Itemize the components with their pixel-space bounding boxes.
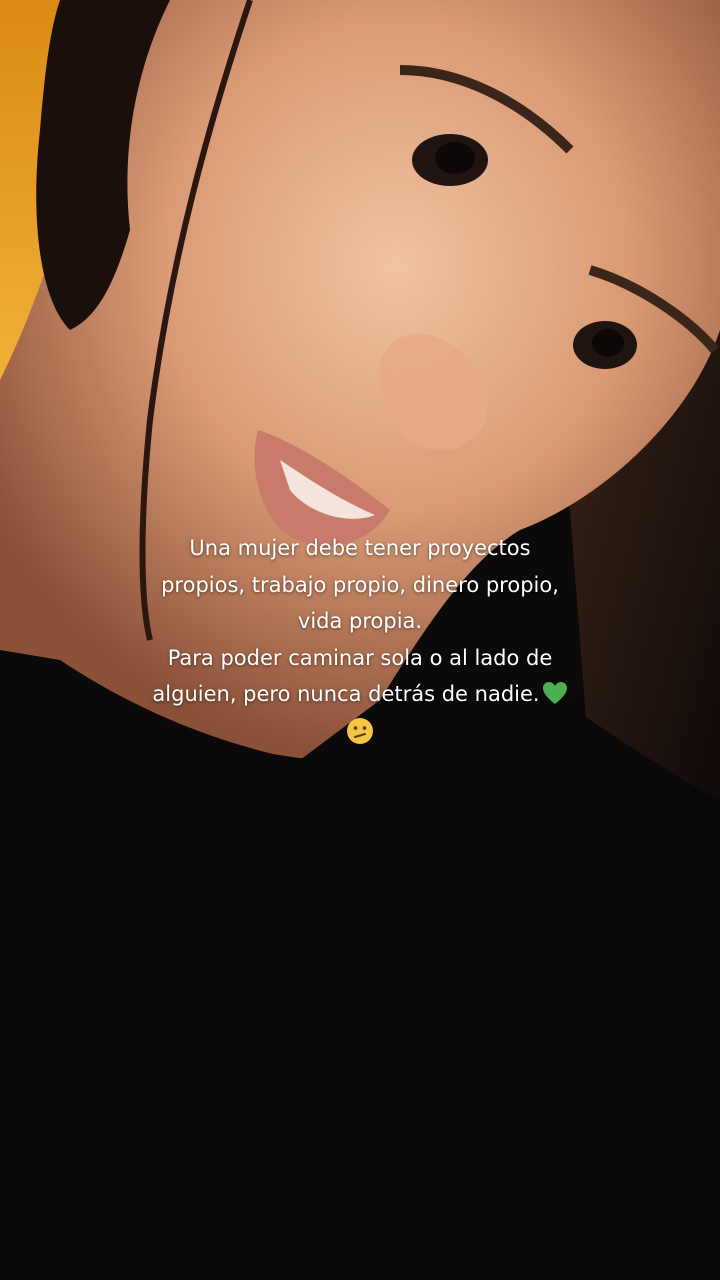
caption-line-5: alguien, pero nunca detrás de nadie. — [152, 682, 540, 706]
caption-line-1: Una mujer debe tener proyectos — [189, 536, 531, 560]
caption-overlay: Una mujer debe tener proyectos propios, … — [120, 530, 600, 756]
caption-line-5-wrap: alguien, pero nunca detrás de nadie. — [120, 676, 600, 713]
face-with-diagonal-mouth-icon — [347, 717, 373, 744]
caption-line-2: propios, trabajo propio, dinero propio, — [161, 572, 559, 597]
caption-line-4: Para poder caminar sola o al lado de — [167, 645, 553, 670]
caption-line-6 — [120, 713, 600, 757]
green-heart-icon — [542, 682, 567, 704]
caption-line-3: vida propia. — [297, 609, 423, 633]
